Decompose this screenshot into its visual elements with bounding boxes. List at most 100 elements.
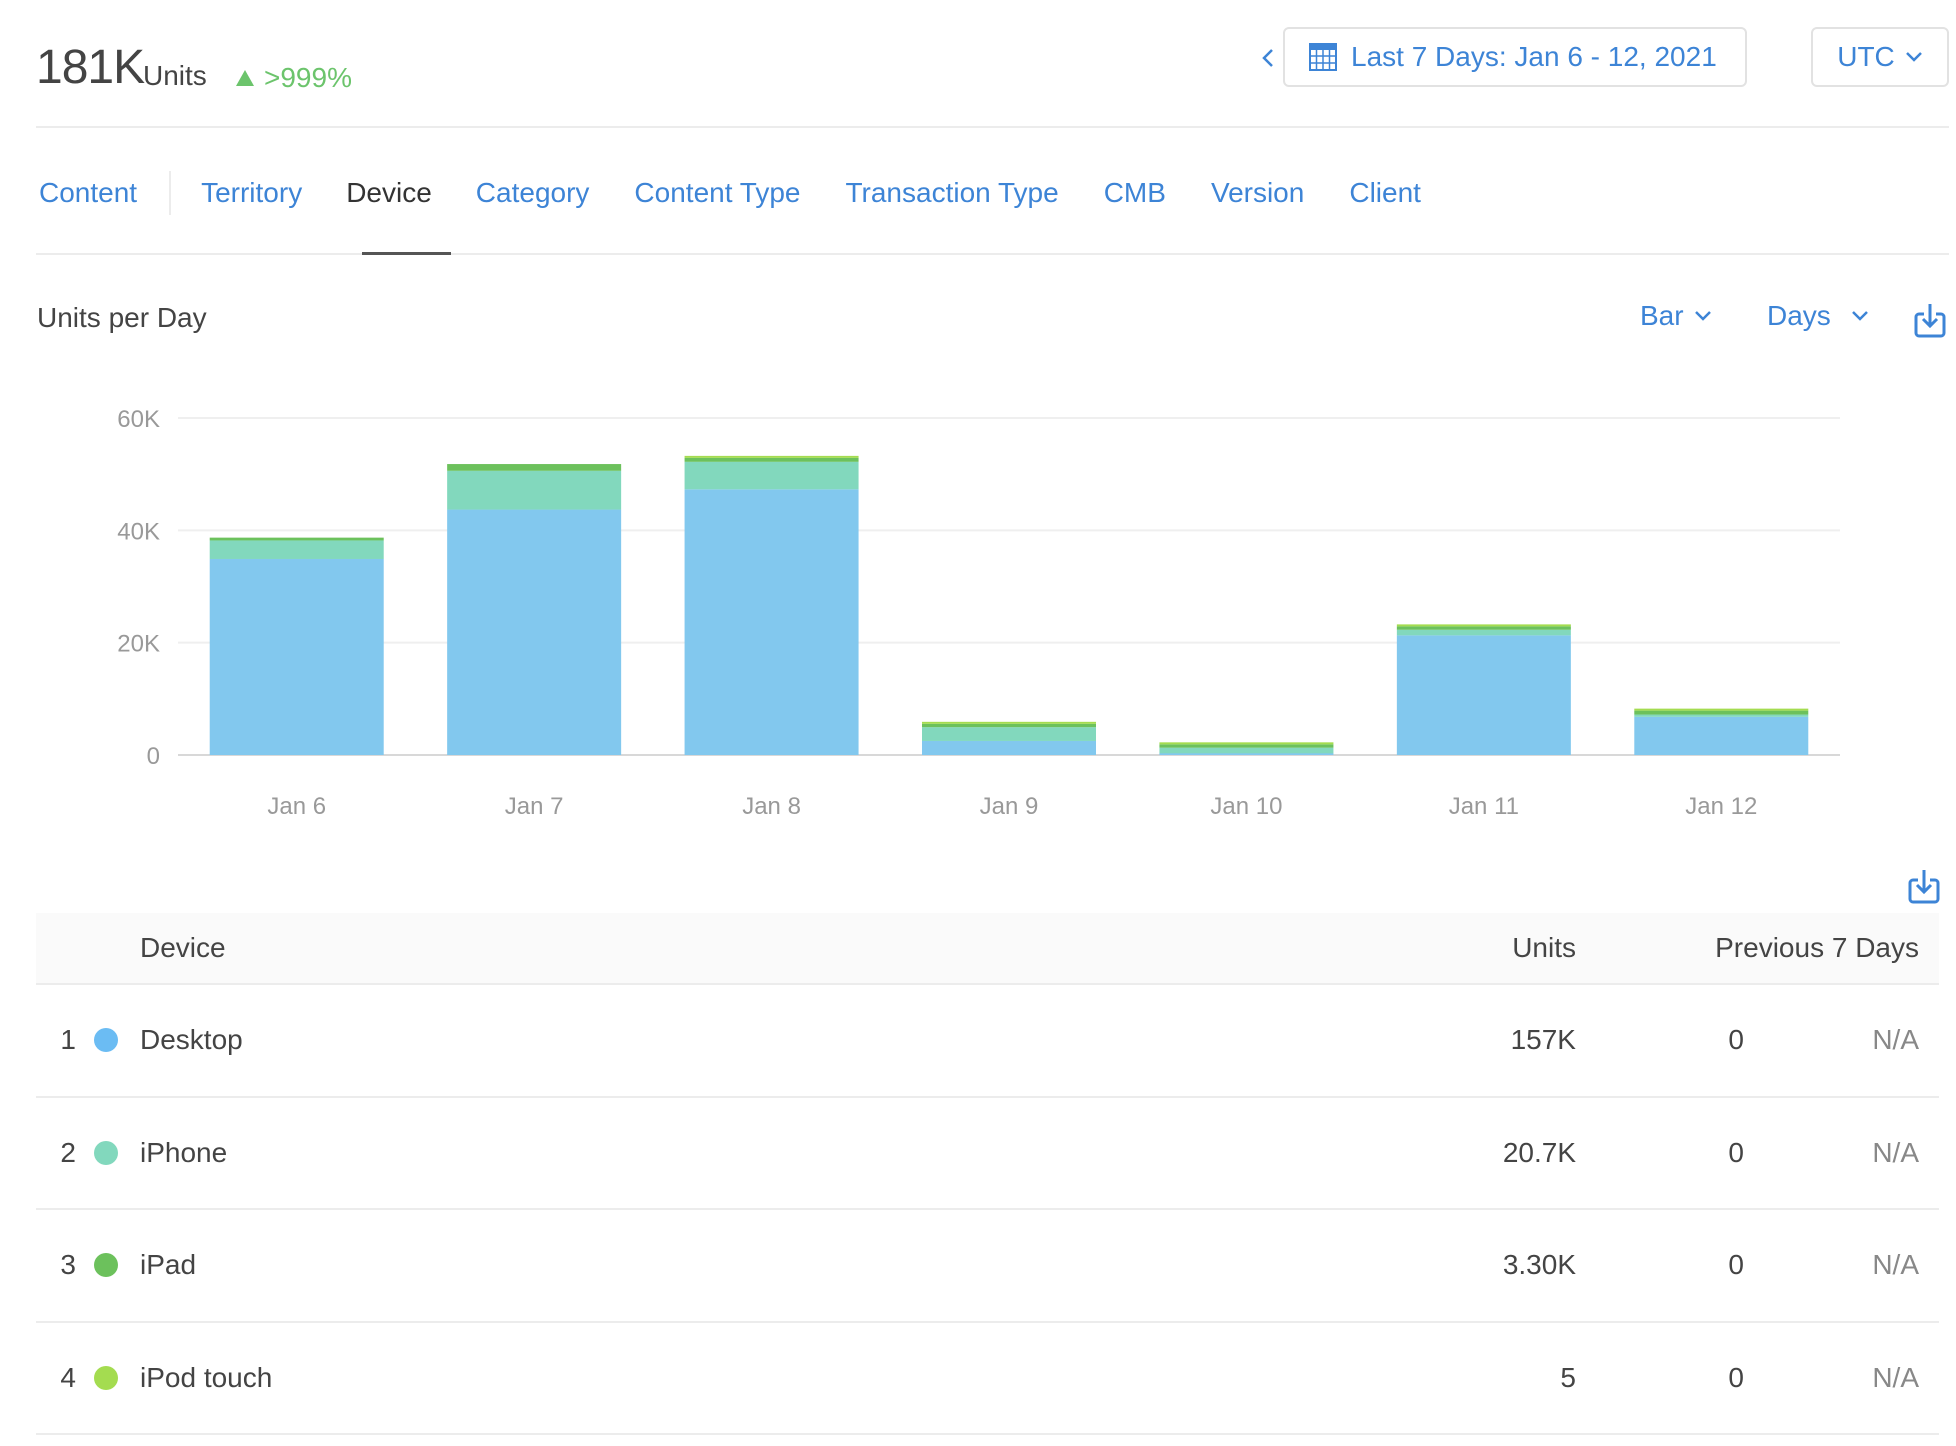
- x-tick-label: Jan 8: [742, 793, 801, 820]
- y-tick-label: 20K: [117, 631, 160, 658]
- bar-segment-desktop: [209, 558, 384, 755]
- legend-dot-desktop: [94, 1028, 118, 1053]
- chevron-down-icon: [1905, 52, 1922, 62]
- change-indicator: >999%: [236, 62, 352, 94]
- row-previous: 0: [1728, 1361, 1744, 1393]
- bar-segment-ipad: [684, 457, 859, 462]
- total-units-value: 181K: [36, 41, 145, 94]
- bar-segment-ipod-touch: [684, 455, 859, 458]
- tab-transaction-type[interactable]: Transaction Type: [845, 177, 1058, 209]
- row-change: N/A: [1872, 1249, 1919, 1281]
- column-header-units[interactable]: Units: [1512, 932, 1576, 964]
- tab-content-type[interactable]: Content Type: [634, 177, 800, 209]
- tabs-divider: [36, 253, 1949, 255]
- bar-segment-iphone: [1634, 714, 1809, 717]
- chart-download-button[interactable]: [1914, 302, 1946, 338]
- bar-segment-ipod-touch: [922, 721, 1096, 724]
- column-header-device[interactable]: Device: [140, 932, 226, 964]
- period-label: Days: [1767, 300, 1831, 331]
- bar-segment-iphone: [209, 540, 384, 559]
- bar-segment-iphone: [684, 461, 859, 490]
- legend-dot-ipod-touch: [94, 1365, 118, 1390]
- row-change: N/A: [1872, 1024, 1919, 1056]
- chevron-down-icon: [1851, 311, 1868, 321]
- row-device-name: iPhone: [140, 1136, 228, 1168]
- row-change: N/A: [1872, 1136, 1919, 1168]
- bar-segment-ipad: [1159, 744, 1334, 748]
- table-header: Device Units Previous 7 Days: [36, 913, 1939, 985]
- calendar-icon: [1309, 43, 1337, 71]
- previous-period-button[interactable]: [1258, 40, 1278, 76]
- row-previous: 0: [1728, 1249, 1744, 1281]
- legend-dot-iphone: [94, 1140, 118, 1165]
- row-units: 3.30K: [1502, 1249, 1576, 1281]
- bar-segment-iphone: [447, 470, 622, 510]
- tab-device[interactable]: Device: [346, 177, 432, 209]
- bar-segment-iphone: [922, 727, 1096, 741]
- period-select[interactable]: Days: [1767, 300, 1869, 332]
- bar-segment-ipod-touch: [1634, 708, 1809, 711]
- date-range-picker[interactable]: Last 7 Days: Jan 6 - 12, 2021: [1283, 27, 1747, 87]
- tab-client[interactable]: Client: [1349, 177, 1421, 209]
- bar-segment-iphone: [1159, 747, 1334, 754]
- timezone-select[interactable]: UTC: [1811, 27, 1949, 87]
- chevron-down-icon: [1694, 311, 1711, 321]
- tab-version[interactable]: Version: [1211, 177, 1304, 209]
- timezone-label: UTC: [1837, 41, 1895, 72]
- total-units-label: Units: [143, 60, 207, 91]
- tab-content[interactable]: Content: [39, 177, 137, 209]
- x-tick-label: Jan 10: [1210, 793, 1282, 820]
- bar-segment-desktop: [684, 489, 859, 755]
- y-tick-label: 60K: [117, 406, 160, 433]
- bar-segment-desktop: [922, 740, 1096, 755]
- x-tick-label: Jan 6: [267, 793, 326, 820]
- x-tick-label: Jan 11: [1449, 793, 1519, 820]
- table-row[interactable]: 4 iPod touch 5 0 N/A: [36, 1323, 1939, 1435]
- bar-segment-ipad: [447, 464, 622, 471]
- bar-segment-ipad: [922, 723, 1096, 728]
- y-tick-label: 40K: [117, 518, 160, 545]
- bar-segment-desktop: [447, 509, 622, 755]
- row-units: 20.7K: [1502, 1136, 1576, 1168]
- bar-segment-ipod-touch: [1159, 742, 1334, 745]
- table-download-button[interactable]: [1908, 868, 1940, 904]
- chart-title: Units per Day: [37, 302, 207, 333]
- tab-category[interactable]: Category: [476, 177, 590, 209]
- bar-segment-iphone: [1396, 629, 1571, 636]
- change-percent: >999%: [264, 62, 352, 93]
- table-row[interactable]: 1 Desktop 157K 0 N/A: [36, 985, 1939, 1098]
- row-change: N/A: [1872, 1361, 1919, 1393]
- download-icon: [1908, 870, 1940, 904]
- table-row[interactable]: 2 iPhone 20.7K 0 N/A: [36, 1098, 1939, 1210]
- up-arrow-icon: [236, 70, 254, 86]
- row-units: 157K: [1510, 1024, 1576, 1056]
- row-previous: 0: [1728, 1136, 1744, 1168]
- column-header-previous[interactable]: Previous 7 Days: [1715, 932, 1919, 964]
- chevron-left-icon: [1262, 49, 1273, 67]
- chart-type-select[interactable]: Bar: [1640, 300, 1712, 332]
- header-divider: [36, 126, 1949, 128]
- row-rank: 3: [60, 1249, 76, 1281]
- legend-dot-ipad: [94, 1253, 118, 1278]
- bar-segment-ipad: [1634, 710, 1809, 715]
- row-device-name: iPad: [140, 1249, 197, 1281]
- device-table: Device Units Previous 7 Days 1 Desktop 1…: [36, 913, 1939, 1435]
- tab-cmb[interactable]: CMB: [1104, 177, 1166, 209]
- table-row[interactable]: 3 iPad 3.30K 0 N/A: [36, 1210, 1939, 1323]
- row-units: 5: [1560, 1361, 1576, 1393]
- bar-segment-ipod-touch: [1396, 624, 1571, 627]
- row-rank: 1: [60, 1024, 76, 1056]
- y-tick-label: 0: [147, 743, 160, 770]
- units-per-day-chart: 0 20K 40K 60K Jan 6 Jan 7 Jan 8 Jan 9 Jan 10 Jan …: [117, 406, 1840, 820]
- bar-segment-desktop: [1396, 635, 1571, 755]
- bar-segment-desktop: [1634, 716, 1809, 755]
- row-device-name: Desktop: [140, 1024, 243, 1056]
- row-device-name: iPod touch: [140, 1361, 273, 1393]
- tab-territory[interactable]: Territory: [201, 177, 302, 209]
- chart-type-label: Bar: [1640, 300, 1684, 331]
- x-tick-label: Jan 9: [980, 793, 1039, 820]
- bar-segment-ipad: [1396, 626, 1571, 630]
- x-tick-label: Jan 12: [1685, 793, 1757, 820]
- row-rank: 2: [60, 1136, 76, 1168]
- active-tab-indicator: [362, 252, 451, 255]
